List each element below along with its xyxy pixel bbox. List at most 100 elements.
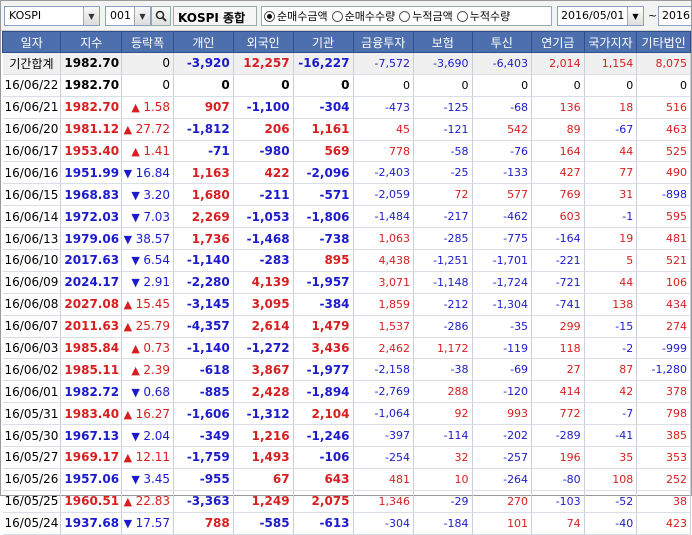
- table-row[interactable]: 16/06/17 1953.40 ▲ 1.41 -71 -980 569 778 -58 -76 1…: [2, 140, 691, 163]
- value-cell: 270: [472, 490, 533, 513]
- value-cell: -1,701: [472, 249, 533, 272]
- column-header[interactable]: 기관: [292, 31, 354, 53]
- value-cell: 569: [293, 140, 354, 163]
- value-cell: 89: [531, 118, 585, 141]
- search-button[interactable]: [151, 6, 171, 26]
- table-row[interactable]: 16/05/31 1983.40 ▲ 16.27 -1,606 -1,312 2,104 -1…: [2, 402, 691, 426]
- index-cell: 1957.06: [60, 468, 123, 491]
- value-cell: -304: [353, 512, 415, 535]
- table-row[interactable]: 16/06/08 2027.08 ▲ 15.45 -3,145 3,095 -384 1,85…: [2, 293, 691, 316]
- index-cell: 1953.40: [60, 140, 123, 163]
- change-value: 12.11: [135, 450, 171, 465]
- table-row[interactable]: 16/06/07 2011.63 ▲ 25.79 -4,357 2,614 1,479 1,5…: [2, 315, 691, 338]
- column-header[interactable]: 금융투자: [352, 31, 415, 53]
- value-cell: -2,059: [353, 183, 415, 207]
- code-select-value: 001: [110, 9, 131, 22]
- up-triangle-icon: ▲: [123, 320, 133, 334]
- value-cell: -285: [413, 227, 473, 251]
- table-row[interactable]: 16/06/02 1985.11 ▲ 2.39 -618 3,867 -1,977 -2,15…: [2, 358, 691, 382]
- column-header[interactable]: 연기금: [531, 31, 585, 53]
- column-header[interactable]: 일자: [1, 31, 62, 53]
- value-cell: 490: [636, 161, 691, 185]
- radio-cumulative-quantity[interactable]: 누적수량: [456, 8, 510, 24]
- table-row[interactable]: 16/06/09 2024.17 ▼ 2.91 -2,280 4,139 -1,957 3,0…: [2, 271, 691, 294]
- value-cell: 87: [584, 358, 638, 382]
- value-cell: -1,251: [413, 249, 473, 272]
- value-cell: -217: [413, 205, 473, 229]
- value-cell: 1,736: [173, 227, 234, 251]
- index-cell: 1985.84: [60, 337, 123, 360]
- value-cell: -721: [531, 271, 585, 294]
- table-row[interactable]: 16/05/30 1967.13 ▼ 2.04 -349 1,216 -1,246 -397-…: [2, 424, 691, 448]
- search-icon: [155, 10, 167, 22]
- radio-net-buy-quantity[interactable]: 순매수수량: [331, 8, 395, 24]
- value-cell: -349: [173, 424, 234, 448]
- table-row[interactable]: 16/06/13 1979.06 ▼ 38.57 1,736 -1,468 -738 1,06…: [2, 227, 691, 251]
- end-date-input[interactable]: 2016: [658, 6, 691, 26]
- change-cell: ▲ 15.45: [121, 293, 175, 316]
- up-triangle-icon: ▲: [131, 145, 140, 158]
- index-cell: 2027.08: [60, 293, 123, 316]
- table-row[interactable]: 16/06/21 1982.70 ▲ 1.58 907 -1,100 -304 -473 -12…: [2, 96, 691, 119]
- table-row[interactable]: 16/06/22 1982.70 0 0 0 0 0 0 0 0 0 0: [2, 74, 691, 97]
- change-cell: ▲ 0.73: [121, 337, 175, 360]
- investor-trend-window: { "toolbar": { "market_combo": "KOSPI", …: [0, 0, 692, 535]
- table-row[interactable]: 16/06/14 1972.03 ▼ 7.03 2,269 -1,053 -1,806 -1,…: [2, 205, 691, 229]
- table-row[interactable]: 16/05/24 1937.68 ▼ 17.57 788 -585 -613 -304 -184…: [2, 512, 691, 535]
- investor-trend-table: 일자 지수 등락폭 개인 외국인 기관 금융투자 보험 투신 연기금 국가지자 기타법인 기간합계 19…: [1, 31, 691, 535]
- change-cell: ▼ 7.03: [121, 205, 175, 229]
- calendar-dropdown-icon[interactable]: ▼: [627, 7, 643, 25]
- column-header[interactable]: 개인: [173, 31, 234, 53]
- column-header[interactable]: 등락폭: [121, 31, 175, 53]
- value-cell: 0: [636, 74, 691, 97]
- code-select[interactable]: 001 ▼: [105, 6, 151, 26]
- value-cell: -257: [472, 446, 533, 469]
- value-cell: 0: [293, 74, 354, 97]
- table-row[interactable]: 16/06/16 1951.99 ▼ 16.84 1,163 422 -2,096 -2,40…: [2, 161, 691, 185]
- value-cell: 521: [636, 249, 691, 272]
- value-cell: 895: [293, 249, 354, 272]
- value-cell: 196: [531, 446, 585, 469]
- table-row[interactable]: 16/05/25 1960.51 ▲ 22.83 -3,363 1,249 2,075 1,3…: [2, 490, 691, 513]
- value-cell: -1,280: [636, 358, 691, 382]
- table-row[interactable]: 16/06/15 1968.83 ▼ 3.20 1,680 -211 -571 -2,059 7…: [2, 183, 691, 207]
- chevron-down-icon[interactable]: ▼: [134, 7, 150, 25]
- radio-cumulative-amount[interactable]: 누적금액: [399, 8, 453, 24]
- change-cell: 0: [121, 74, 175, 97]
- value-cell: 414: [531, 380, 585, 404]
- chevron-down-icon[interactable]: ▼: [83, 7, 99, 25]
- index-cell: 1982.70: [60, 74, 123, 97]
- up-triangle-icon: ▲: [131, 363, 140, 377]
- value-cell: 299: [531, 315, 585, 338]
- column-header[interactable]: 지수: [60, 31, 123, 53]
- value-cell: 463: [636, 118, 691, 141]
- column-header[interactable]: 기타법인: [636, 31, 691, 53]
- radio-unselected-icon: [456, 10, 468, 22]
- table-row[interactable]: 16/06/20 1981.12 ▲ 27.72 -1,812 206 1,161 45 -12…: [2, 118, 691, 141]
- value-cell: 74: [531, 512, 585, 535]
- column-header[interactable]: 외국인: [232, 31, 294, 53]
- table-row[interactable]: 기간합계 1982.70 0 -3,920 12,257 -16,227 -7,572 -3,…: [2, 52, 691, 75]
- value-cell: -4,357: [173, 315, 234, 338]
- radio-label: 순매수금액: [277, 10, 328, 23]
- table-row[interactable]: 16/05/27 1969.17 ▲ 12.11 -1,759 1,493 -106 -254…: [2, 446, 691, 469]
- start-date-input[interactable]: 2016/05/01 ▼: [557, 6, 644, 26]
- value-cell: 3,436: [293, 337, 354, 360]
- column-header[interactable]: 국가지자: [583, 31, 638, 53]
- column-header[interactable]: 보험: [413, 31, 473, 53]
- radio-net-buy-amount[interactable]: 순매수금액: [264, 8, 328, 24]
- down-triangle-icon: ▼: [123, 232, 133, 246]
- change-cell: ▼ 2.91: [121, 271, 175, 294]
- market-select[interactable]: KOSPI ▼: [4, 6, 100, 26]
- value-cell: -76: [472, 140, 533, 163]
- table-row[interactable]: 16/06/01 1982.72 ▼ 0.68 -885 2,428 -1,894 -2,76…: [2, 380, 691, 404]
- table-row[interactable]: 16/06/03 1985.84 ▲ 0.73 -1,140 -1,272 3,436 2,4…: [2, 337, 691, 360]
- radio-selected-icon: [264, 10, 275, 22]
- column-header[interactable]: 투신: [471, 31, 533, 53]
- value-cell: 434: [636, 293, 691, 316]
- table-row[interactable]: 16/05/26 1957.06 ▼ 3.45 -955 67 643 481 10 -264 -8…: [2, 468, 691, 491]
- value-cell: -3,690: [413, 52, 473, 75]
- table-row[interactable]: 16/06/10 2017.63 ▼ 6.54 -1,140 -283 895 4,438 -1…: [2, 249, 691, 272]
- index-cell: 1937.68: [60, 512, 123, 535]
- value-cell: 72: [413, 183, 473, 207]
